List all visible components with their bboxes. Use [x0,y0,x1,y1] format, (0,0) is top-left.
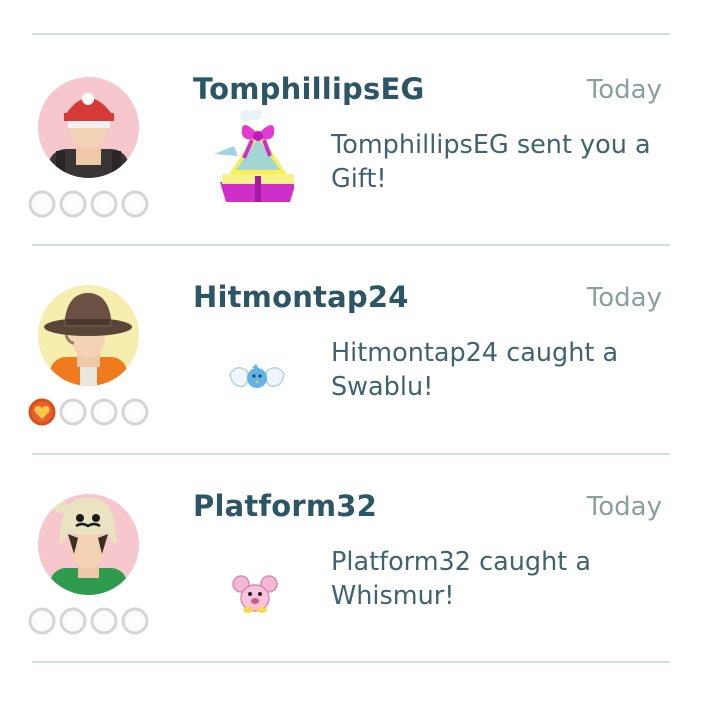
divider-top [32,33,670,35]
feed-item[interactable]: TomphillipsEG Today TomphillipsEG sent y… [0,36,702,244]
swablu-icon [226,360,288,396]
feed-message: Platform32 caught a Whismur! [331,547,591,611]
feed-message: Hitmontap24 caught a Swablu! [331,338,619,402]
whismur-icon [232,572,278,614]
friendship-hearts [28,190,150,218]
avatar[interactable] [38,494,139,595]
timestamp: Today [586,75,662,105]
trainer-name[interactable]: Platform32 [193,489,377,523]
gift-box-icon [208,110,294,214]
divider [32,661,670,663]
avatar[interactable] [38,285,139,386]
feed-message: TomphillipsEG sent you a Gift! [331,130,651,194]
friendship-hearts [28,607,150,635]
timestamp: Today [586,283,662,313]
feed-item[interactable]: Platform32 Today Platform32 caught a Whi… [0,453,702,661]
feed-item[interactable]: Hitmontap24 Today Hitmontap24 caught a S… [0,244,702,452]
friendship-hearts [28,398,150,426]
avatar[interactable] [38,77,139,178]
trainer-name[interactable]: TomphillipsEG [193,72,424,106]
timestamp: Today [586,492,662,522]
trainer-name[interactable]: Hitmontap24 [193,280,409,314]
